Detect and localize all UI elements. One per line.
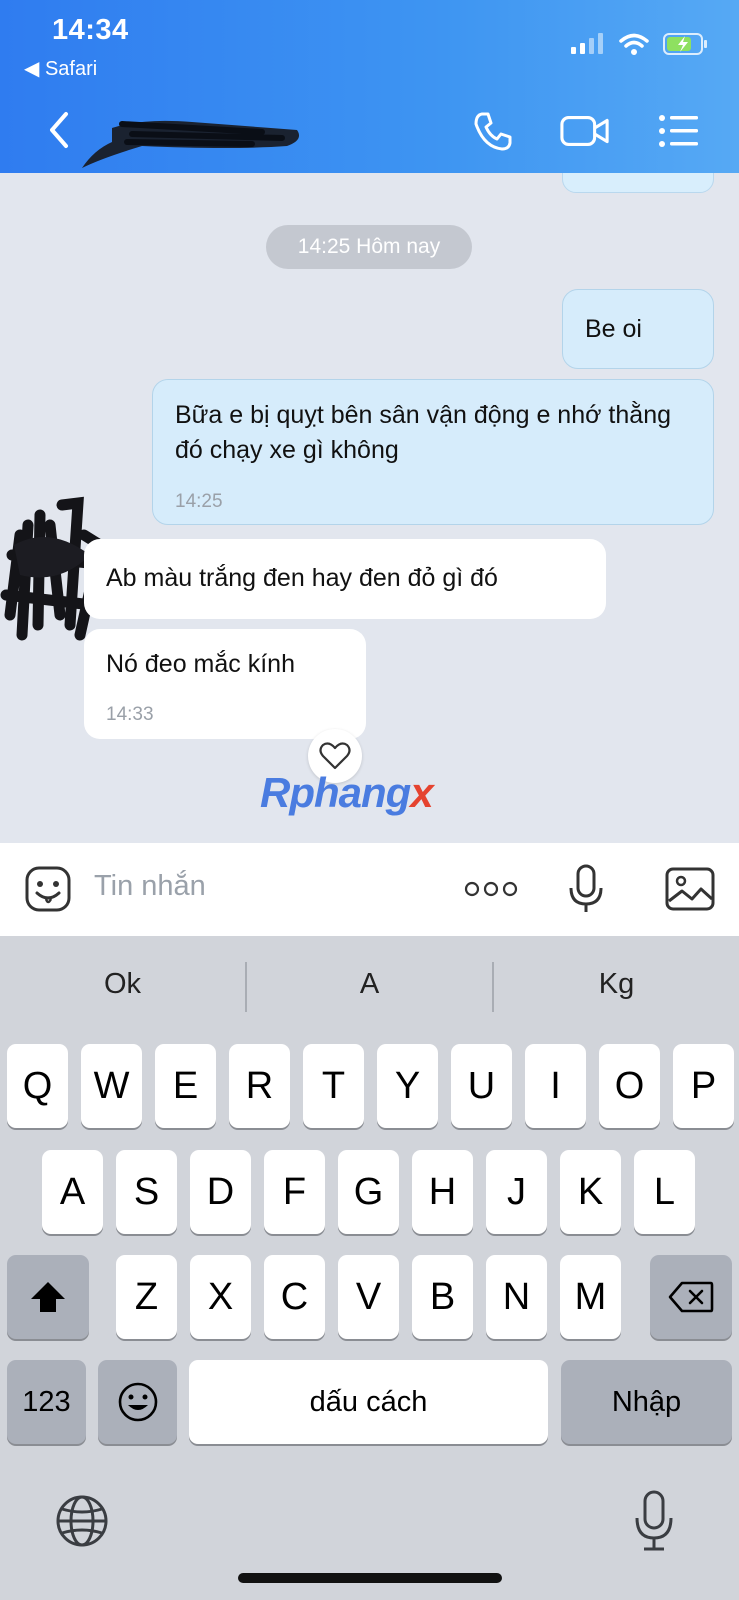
- back-chevron-icon[interactable]: [44, 110, 74, 150]
- more-dots-icon: [464, 881, 518, 897]
- video-camera-icon: [560, 116, 609, 146]
- message-input-bar: Tin nhắn: [0, 843, 739, 936]
- numbers-key[interactable]: 123: [7, 1360, 86, 1444]
- video-call-button[interactable]: [560, 108, 610, 154]
- backspace-key[interactable]: [650, 1255, 732, 1339]
- key-o[interactable]: O: [599, 1044, 660, 1128]
- previous-message-bubble: [562, 173, 714, 193]
- suggestion-item[interactable]: A: [247, 968, 492, 1001]
- key-n[interactable]: N: [486, 1255, 547, 1339]
- key-e[interactable]: E: [155, 1044, 216, 1128]
- key-v[interactable]: V: [338, 1255, 399, 1339]
- emoji-key[interactable]: [98, 1360, 177, 1444]
- return-key[interactable]: Nhập: [561, 1360, 732, 1444]
- dictation-microphone-icon[interactable]: [634, 1490, 674, 1552]
- key-c[interactable]: C: [264, 1255, 325, 1339]
- key-j[interactable]: J: [486, 1150, 547, 1234]
- wifi-icon: [619, 33, 649, 55]
- key-r[interactable]: R: [229, 1044, 290, 1128]
- sticker-face-icon: [25, 866, 71, 912]
- call-button[interactable]: [468, 108, 518, 154]
- key-b[interactable]: B: [412, 1255, 473, 1339]
- key-f[interactable]: F: [264, 1150, 325, 1234]
- photo-button[interactable]: [664, 863, 716, 915]
- globe-icon[interactable]: [54, 1493, 110, 1549]
- watermark-logo: Rphangx: [260, 769, 434, 816]
- image-gallery-icon: [665, 867, 715, 911]
- suggestion-bar: Ok A Kg: [0, 936, 739, 1040]
- key-m[interactable]: M: [560, 1255, 621, 1339]
- suggestion-item[interactable]: Ok: [0, 968, 245, 1001]
- key-u[interactable]: U: [451, 1044, 512, 1128]
- phone-icon: [474, 112, 512, 151]
- emoji-face-icon: [118, 1382, 157, 1422]
- more-options-button[interactable]: [462, 863, 520, 915]
- key-p[interactable]: P: [673, 1044, 734, 1128]
- suggestion-item[interactable]: Kg: [494, 968, 739, 1001]
- message-bubble-outgoing[interactable]: Bữa e bị quỵt bên sân vận động e nhớ thằ…: [152, 379, 714, 525]
- back-to-safari-link[interactable]: ◀ Safari: [24, 56, 97, 81]
- message-input[interactable]: Tin nhắn: [94, 870, 206, 903]
- message-bubble-incoming[interactable]: Ab màu trắng đen hay đen đỏ gì đó: [84, 539, 606, 619]
- key-l[interactable]: L: [634, 1150, 695, 1234]
- backspace-icon: [668, 1281, 714, 1313]
- message-text: Be oi: [585, 315, 642, 343]
- key-g[interactable]: G: [338, 1150, 399, 1234]
- key-s[interactable]: S: [116, 1150, 177, 1234]
- keyboard: Ok A Kg Q W E R T Y U I O P A S D F G H …: [0, 936, 739, 1600]
- redacted-contact-name: [82, 120, 300, 168]
- message-list[interactable]: 14:25 Hôm nay Be oi Bữa e bị quỵt bên sâ…: [0, 173, 739, 843]
- message-bubble-incoming[interactable]: Nó đeo mắc kính 14:33: [84, 629, 366, 739]
- message-bubble-outgoing[interactable]: Be oi: [562, 289, 714, 369]
- key-q[interactable]: Q: [7, 1044, 68, 1128]
- message-timestamp: 14:25: [175, 491, 223, 512]
- status-icons: [571, 32, 709, 56]
- date-separator: 14:25 Hôm nay: [266, 225, 472, 269]
- cellular-signal-icon: [571, 33, 603, 54]
- shift-arrow-icon: [31, 1282, 65, 1312]
- sticker-button[interactable]: [22, 863, 74, 915]
- battery-charging-icon: [663, 33, 707, 55]
- list-menu-icon: [659, 115, 698, 147]
- heart-icon: [319, 742, 351, 770]
- voice-message-button[interactable]: [560, 863, 612, 915]
- microphone-icon: [569, 864, 603, 912]
- space-key[interactable]: dấu cách: [189, 1360, 548, 1444]
- message-timestamp: 14:33: [106, 704, 154, 725]
- home-indicator: [238, 1573, 502, 1583]
- key-d[interactable]: D: [190, 1150, 251, 1234]
- key-k[interactable]: K: [560, 1150, 621, 1234]
- key-a[interactable]: A: [42, 1150, 103, 1234]
- key-y[interactable]: Y: [377, 1044, 438, 1128]
- chat-options-button[interactable]: [654, 108, 704, 154]
- message-text: Ab màu trắng đen hay đen đỏ gì đó: [106, 564, 498, 592]
- key-x[interactable]: X: [190, 1255, 251, 1339]
- shift-key[interactable]: [7, 1255, 89, 1339]
- message-text: Nó đeo mắc kính: [106, 650, 295, 678]
- key-w[interactable]: W: [81, 1044, 142, 1128]
- chat-header: 14:34 ◀ Safari: [0, 0, 739, 173]
- key-h[interactable]: H: [412, 1150, 473, 1234]
- key-t[interactable]: T: [303, 1044, 364, 1128]
- status-time: 14:34: [52, 14, 129, 46]
- key-i[interactable]: I: [525, 1044, 586, 1128]
- key-z[interactable]: Z: [116, 1255, 177, 1339]
- message-text: Bữa e bị quỵt bên sân vận động e nhớ thằ…: [175, 401, 671, 464]
